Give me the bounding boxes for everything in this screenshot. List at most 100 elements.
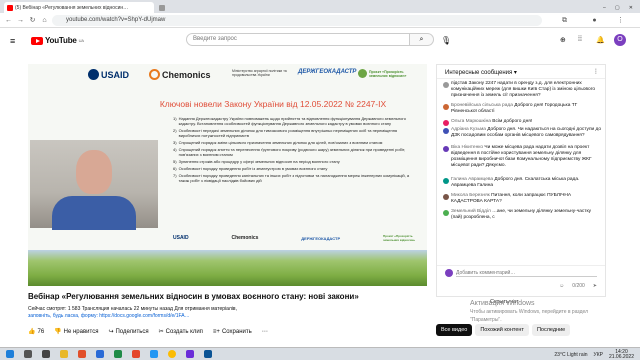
apps-grid-icon[interactable]: ⁞⁞	[578, 36, 582, 43]
microphone-icon[interactable]: 🎙	[441, 36, 451, 45]
chip-all-videos[interactable]: Все видео	[436, 324, 473, 336]
dgk-logo: ДЕРЖГЕОКАДАСТР	[298, 69, 357, 75]
form-link[interactable]: заповніть, будь ласка, форму: https://do…	[28, 313, 428, 320]
chat-author: Галина Аврамцева	[451, 177, 494, 182]
clock: 14:20 21.06.2022	[608, 349, 634, 360]
bottom-chemonics-logo: Chemonics	[231, 235, 259, 241]
app-icon[interactable]	[204, 350, 212, 358]
chat-message: Адріана Кузьма Доброго дня. Чи надаються…	[443, 127, 603, 139]
chip-related[interactable]: Похожий контент	[475, 324, 529, 336]
save-button[interactable]: ≡+ Сохранить	[213, 329, 252, 335]
office-icon[interactable]	[78, 350, 86, 358]
share-icon: ↪	[108, 329, 114, 335]
window-controls: – ▢ ✕	[600, 2, 636, 13]
search-input[interactable]: Введите запрос	[186, 33, 410, 46]
live-chat-panel: Интересные сообщения ▾ ⋮ підстав Закону …	[436, 64, 606, 297]
start-icon[interactable]	[6, 350, 14, 358]
ministry-logo: Міністерство аграрної політики та продов…	[232, 69, 287, 77]
chat-menu-icon[interactable]: ⋮	[593, 68, 599, 75]
profile-icon[interactable]: ●	[590, 16, 599, 25]
system-tray[interactable]: 23°C Light rain УКР 14:20 21.06.2022	[554, 350, 634, 360]
fields-landscape-image	[28, 250, 427, 286]
char-counter: 0/200	[572, 283, 585, 289]
explorer-icon[interactable]	[60, 350, 68, 358]
word-icon[interactable]	[96, 350, 104, 358]
search-placeholder: Введите запрос	[193, 36, 237, 42]
viber-icon[interactable]	[186, 350, 194, 358]
send-icon[interactable]: ➤	[593, 283, 597, 289]
chat-author-avatar	[443, 210, 449, 216]
address-bar[interactable]: youtube.com/watch?v=ShpY-dUjmaw	[52, 15, 542, 26]
back-icon[interactable]: ←	[4, 16, 13, 25]
presenter-shirt	[52, 196, 136, 230]
telegram-icon[interactable]	[150, 350, 158, 358]
chip-recent[interactable]: Последние	[531, 324, 571, 336]
chat-message: Земельний Відділ …ане, чи земельну ділян…	[443, 209, 603, 221]
chat-author: Земельний Відділ	[451, 209, 491, 214]
like-button[interactable]: 👍 76	[28, 328, 45, 336]
more-actions-icon[interactable]: ⋯	[262, 328, 268, 335]
usaid-logo: USAID	[88, 69, 129, 80]
chat-text: підстав Закону 2247 надати в оренду з.д.…	[451, 81, 596, 98]
pdf-icon[interactable]	[132, 350, 140, 358]
browser-toolbar: ← → ↻ ⌂ youtube.com/watch?v=ShpY-dUjmaw …	[0, 13, 640, 28]
chat-author-avatar	[443, 128, 449, 134]
search-taskbar-icon[interactable]	[24, 350, 32, 358]
create-video-icon[interactable]: ⊕	[560, 36, 566, 44]
scissors-icon: ✂	[158, 329, 164, 335]
chat-message: Ольга Марюшкіна Всім доброго дня!	[443, 119, 603, 126]
reload-icon[interactable]: ↻	[28, 16, 37, 25]
new-tab-icon	[159, 4, 165, 11]
home-icon[interactable]: ⌂	[40, 16, 49, 25]
avatar[interactable]: O	[614, 34, 626, 46]
browser-tab-strip: (5) Вебінар «Регулювання земельних відно…	[0, 0, 640, 13]
video-description[interactable]: Сейчас смотрят: 1 583 Трансляция началас…	[28, 306, 428, 320]
slide-point: 7) Особливості порядку проведення капітал…	[173, 173, 410, 183]
browser-tab-active[interactable]: (5) Вебінар «Регулювання земельних відно…	[4, 2, 154, 13]
minimize-icon[interactable]: –	[603, 5, 606, 11]
video-actions: 👍 76 👎 Не нравится ↪ Поделиться ✂ Создать кл…	[28, 328, 268, 336]
extensions-icon[interactable]: ⧉	[560, 16, 569, 25]
slide-point: 2) Особливості передачі земельних ділянок…	[173, 128, 398, 138]
share-button[interactable]: ↪ Поделиться	[108, 328, 148, 336]
chrome-icon[interactable]	[168, 350, 176, 358]
chevron-down-icon: ▾	[513, 70, 517, 76]
excel-icon[interactable]	[114, 350, 122, 358]
close-icon[interactable]: ✕	[629, 5, 633, 11]
video-player[interactable]: USAID Chemonics Міністерство аграрної по…	[28, 64, 427, 286]
chat-input[interactable]: Добавить комментарий…	[456, 270, 597, 277]
maximize-icon[interactable]: ▢	[615, 5, 620, 11]
weather-text: 23°C Light rain	[554, 352, 588, 358]
clip-button[interactable]: ✂ Создать клип	[158, 328, 203, 336]
slide-point: 6) Особливості порядку проведення робіт і…	[173, 166, 328, 171]
chat-author-avatar	[443, 82, 449, 88]
browser-tab-new[interactable]	[156, 2, 174, 13]
youtube-logo[interactable]: YouTube UA	[31, 36, 84, 45]
chat-author-avatar	[443, 178, 449, 184]
chat-input-area: Добавить комментарий… ☺ 0/200 ➤	[437, 265, 605, 297]
search-icon: ⌕	[419, 36, 424, 43]
emoji-icon[interactable]: ☺	[559, 283, 564, 289]
slide-bottom-logos: USAID Chemonics ДЕРЖГЕОКАДАСТР Проєкт «П…	[173, 226, 423, 250]
search-button[interactable]: ⌕	[410, 33, 434, 46]
hamburger-icon[interactable]: ≡	[10, 36, 15, 46]
project-logo: Проєкт «Прозорість земельних відносин»	[358, 69, 420, 78]
forward-icon[interactable]: →	[16, 16, 25, 25]
bottom-project-logo: Проєкт «Прозорість земельних відносин»	[383, 234, 416, 242]
task-view-icon[interactable]	[42, 350, 50, 358]
windows-taskbar: 23°C Light rain УКР 14:20 21.06.2022	[0, 347, 640, 360]
chat-header[interactable]: Интересные сообщения ▾ ⋮	[437, 65, 605, 79]
youtube-favicon-icon	[7, 4, 13, 11]
chat-author-avatar	[443, 146, 449, 152]
chat-author-avatar	[443, 104, 449, 110]
menu-kebab-icon[interactable]: ⋮	[616, 16, 625, 25]
like-count: 76	[37, 328, 45, 335]
notifications-icon[interactable]: 🔔	[596, 36, 605, 44]
video-title: Вебінар «Регулювання земельних відносин …	[28, 292, 359, 301]
presentation-slide: USAID Chemonics Міністерство аграрної по…	[28, 64, 427, 286]
dislike-button[interactable]: 👎 Не нравится	[54, 328, 98, 336]
logo-text: YouTube	[45, 36, 77, 45]
presenter-webcam	[30, 140, 158, 230]
chat-author: Броневійська сільська рада	[451, 103, 513, 108]
chat-message: підстав Закону 2247 надати в оренду з.д.…	[443, 81, 603, 99]
